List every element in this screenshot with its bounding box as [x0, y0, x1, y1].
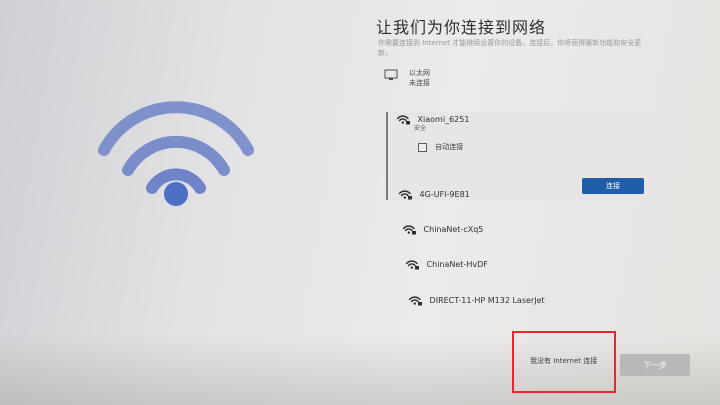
- page-description: 你需要连接到 Internet 才能继续设置你的设备。连接后，你将获得最新功能和…: [378, 39, 642, 57]
- wifi-secured-icon: [405, 260, 419, 270]
- network-name: ChinaNet-cXq5: [423, 225, 484, 234]
- network-name: DIRECT-11-HP M132 LaserJet: [429, 296, 545, 305]
- highlight-box: [512, 331, 616, 393]
- wifi-secured-icon: [398, 190, 412, 200]
- auto-connect-checkbox[interactable]: [418, 142, 427, 152]
- ethernet-status: 未连接: [409, 79, 430, 87]
- wifi-secured-icon: [402, 225, 416, 235]
- connect-button[interactable]: 连接: [582, 178, 644, 194]
- selected-network-security: 安全: [414, 125, 427, 132]
- wifi-secured-icon: [396, 115, 410, 125]
- network-item-direct-hp[interactable]: DIRECT-11-HP M132 LaserJet: [408, 295, 545, 306]
- wifi-illustration-icon: [98, 101, 254, 206]
- network-name: 4G-UFI-9E81: [419, 190, 470, 199]
- selected-network-header: Xiaomi_6251: [396, 114, 469, 125]
- auto-connect-option[interactable]: 自动连接: [418, 142, 463, 152]
- network-item-chinanet-hvdf[interactable]: ChinaNet-HvDF: [405, 259, 488, 270]
- network-item-chinanet-cxq5[interactable]: ChinaNet-cXq5: [402, 224, 483, 235]
- ethernet-icon: [384, 69, 398, 80]
- wifi-secured-icon: [408, 296, 422, 306]
- network-name: ChinaNet-HvDF: [426, 260, 488, 269]
- next-button[interactable]: 下一步: [620, 354, 690, 376]
- network-item-4g-ufi[interactable]: 4G-UFI-9E81: [398, 189, 470, 200]
- auto-connect-label: 自动连接: [435, 143, 464, 151]
- page-title: 让我们为你连接到网络: [376, 18, 547, 37]
- ethernet-label: 以太网: [409, 69, 430, 77]
